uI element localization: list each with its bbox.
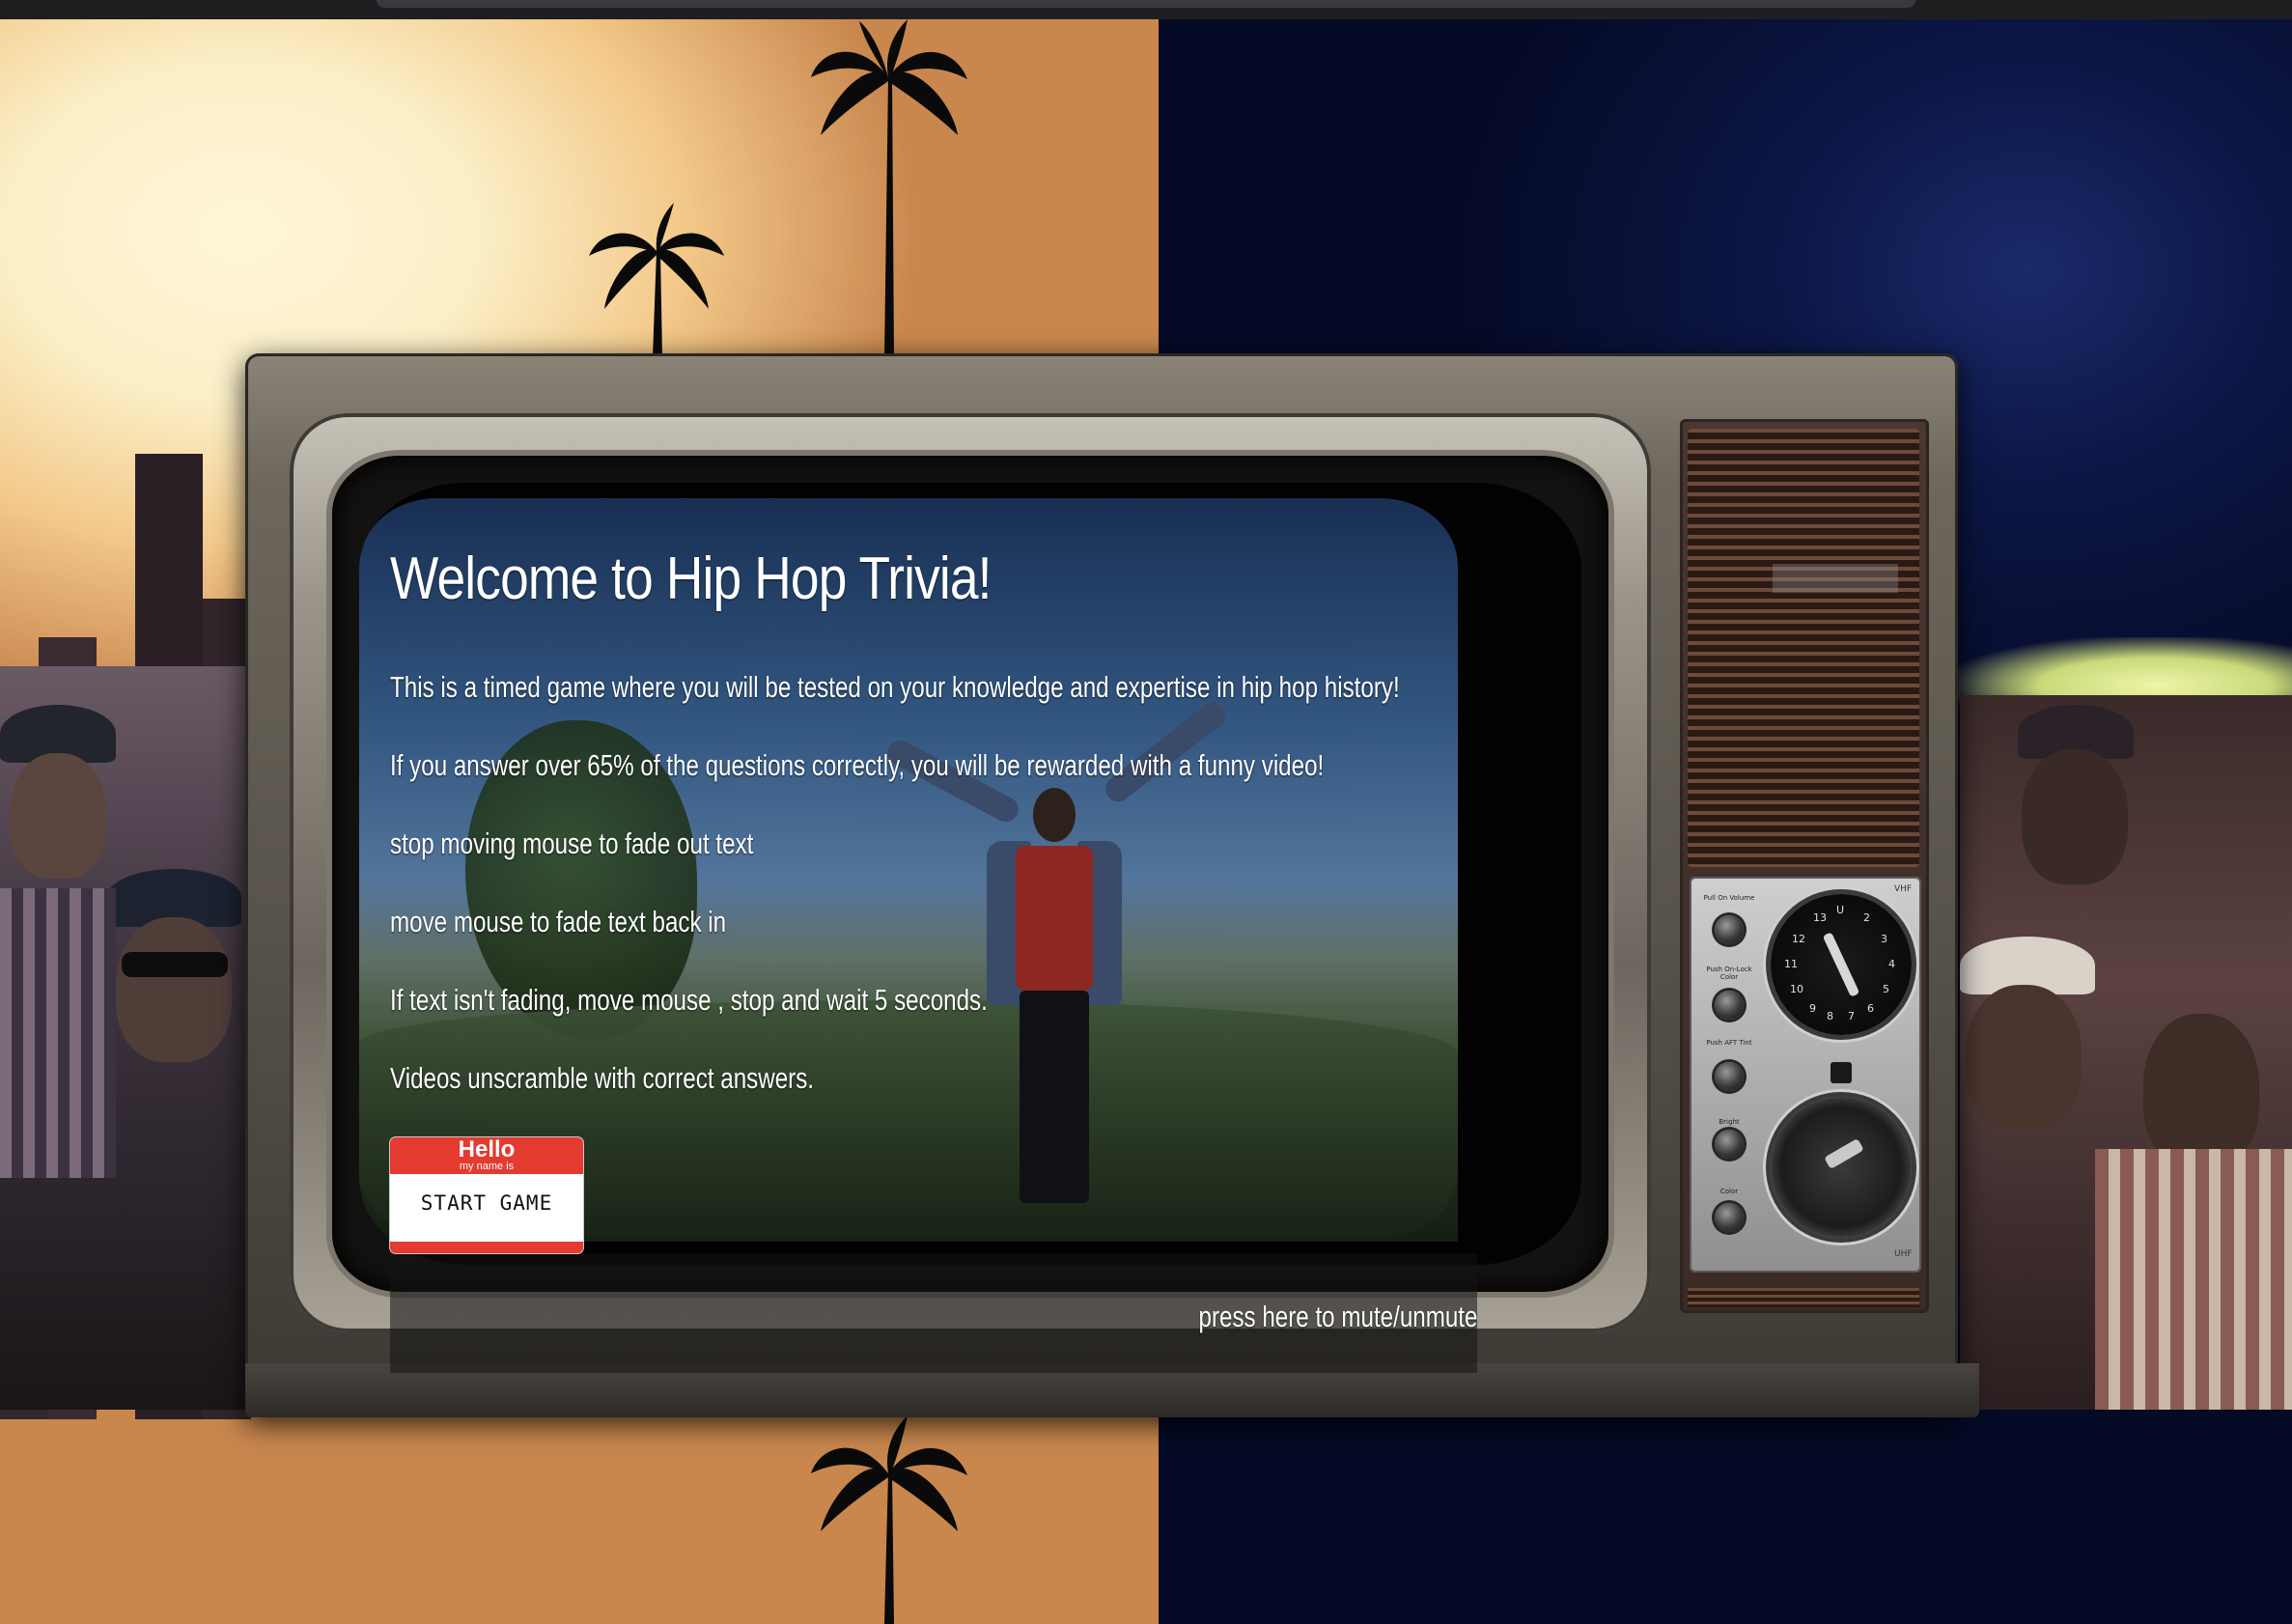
face (10, 753, 106, 879)
face (1966, 985, 2082, 1130)
dial-pointer (1824, 1137, 1864, 1170)
intro-overlay: Welcome to Hip Hop Trivia! This is a tim… (390, 521, 1477, 1095)
knob-label-color: Color (1719, 1188, 1739, 1195)
crew-photo-right (1960, 695, 2292, 1410)
color-knob (1715, 1203, 1744, 1232)
dial-divider-badge (1831, 1062, 1852, 1083)
palm-tree-silhouette (589, 203, 724, 357)
start-game-button[interactable]: Hello my name is START GAME (390, 1137, 583, 1253)
name-tag-hello: Hello (458, 1137, 516, 1162)
face (2143, 1014, 2259, 1168)
knob-label-color-lock: Push On-Lock Color (1706, 966, 1752, 981)
dial-number: 4 (1888, 958, 1895, 970)
speaker-grille-bottom (1688, 1288, 1919, 1307)
tv-control-plate: VHF UHF Pull On Volume Push On-Lock Colo… (1690, 877, 1921, 1273)
tv-brand-badge (1773, 564, 1898, 593)
dial-number: 10 (1790, 983, 1803, 995)
brightness-knob (1715, 1130, 1744, 1159)
video-person (977, 788, 1132, 1213)
dial-number: 9 (1809, 1002, 1816, 1015)
instruction-line: Videos unscramble with correct answers. (390, 1061, 815, 1095)
instruction-line: stop moving mouse to fade out text (390, 826, 754, 860)
mute-toggle-button[interactable]: press here to mute/unmute (1198, 1300, 1477, 1334)
knob-label-tint: Push AFT Tint (1706, 1039, 1752, 1047)
tint-knob (1715, 1062, 1744, 1091)
uhf-channel-dial (1771, 1097, 1912, 1238)
dial-number: 11 (1784, 958, 1798, 970)
face (116, 917, 232, 1062)
dial-number: 6 (1867, 1002, 1874, 1015)
dial-number: 3 (1881, 933, 1887, 945)
game-page: VHF UHF Pull On Volume Push On-Lock Colo… (0, 0, 2292, 1624)
background-bottom-band (0, 1415, 2292, 1624)
dial-number: 7 (1848, 1010, 1855, 1022)
plaid-shirt (0, 888, 116, 1178)
start-game-label: START GAME (420, 1191, 553, 1215)
knob-label-bright: Bright (1719, 1118, 1740, 1126)
mute-panel: press here to mute/unmute (390, 1253, 1477, 1373)
name-tag-footer (390, 1242, 583, 1253)
dial-number: 5 (1883, 983, 1889, 995)
palm-tree-silhouette (811, 1415, 967, 1624)
game-title: Welcome to Hip Hop Trivia! (390, 546, 992, 612)
speaker-grille (1688, 429, 1919, 867)
browser-address-strip (377, 0, 1915, 8)
sunglasses (122, 952, 228, 977)
palm-tree-silhouette (811, 19, 967, 357)
name-tag-subtitle: my name is (459, 1161, 515, 1172)
dial-number: 12 (1792, 933, 1805, 945)
vhf-channel-dial: 13 U 2 12 3 11 4 10 5 9 8 7 6 (1771, 894, 1912, 1035)
instruction-line: This is a timed game where you will be t… (390, 670, 1400, 704)
striped-shirt (2095, 1149, 2292, 1410)
color-lock-knob (1715, 991, 1744, 1020)
instruction-line: If you answer over 65% of the questions … (390, 748, 1325, 782)
uhf-label: UHF (1894, 1249, 1913, 1259)
dial-number: 8 (1827, 1010, 1833, 1022)
browser-top-bar (0, 0, 2292, 19)
dial-number: 13 (1813, 911, 1827, 924)
knob-label-volume: Pull On Volume (1703, 894, 1755, 902)
volume-knob (1715, 915, 1744, 944)
vhf-label: VHF (1894, 884, 1913, 894)
instruction-line: If text isn't fading, move mouse , stop … (390, 983, 988, 1017)
crew-photo-left (0, 666, 251, 1410)
dial-pointer (1822, 932, 1860, 997)
dial-number: U (1836, 904, 1845, 916)
instruction-line: move mouse to fade text back in (390, 905, 727, 938)
face (2022, 749, 2128, 884)
dial-number: 2 (1863, 911, 1870, 924)
